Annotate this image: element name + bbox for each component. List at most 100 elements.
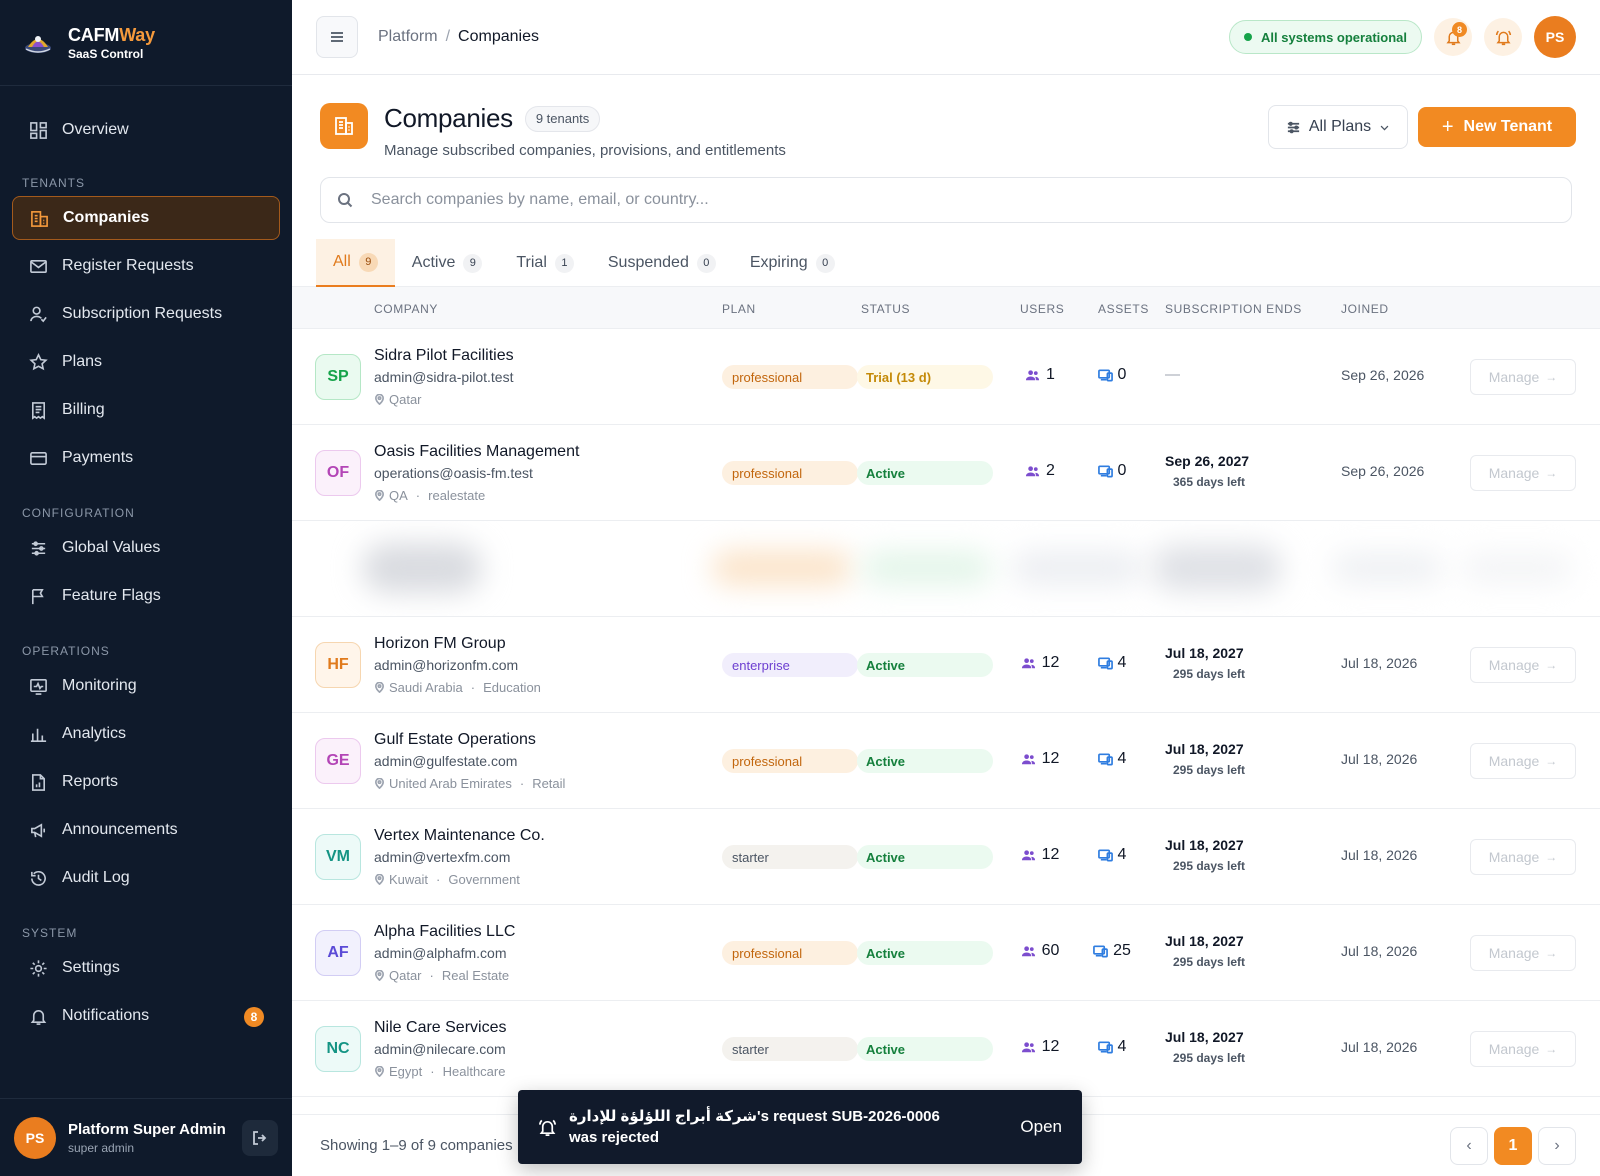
manage-button[interactable]: Manage →: [1470, 359, 1576, 395]
company-name[interactable]: Alpha Facilities LLC: [374, 923, 515, 941]
tab-suspended[interactable]: Suspended 0: [591, 239, 733, 287]
page-button-current[interactable]: 1: [1494, 1126, 1532, 1165]
tab-trial[interactable]: Trial 1: [499, 239, 591, 287]
logout-button[interactable]: [242, 1119, 278, 1156]
company-name[interactable]: Vertex Maintenance Co.: [374, 827, 545, 845]
company-sector: Healthcare: [442, 1064, 506, 1079]
manage-button[interactable]: Manage →: [1470, 647, 1576, 683]
sidebar-item-label: Announcements: [62, 821, 178, 838]
sidebar-item-label: Payments: [62, 449, 134, 466]
sidebar-item-subscription-requests[interactable]: Subscription Requests: [12, 292, 280, 336]
table-row[interactable]: NC Nile Care Services admin@nilecare.com…: [292, 1001, 1600, 1097]
new-tenant-button[interactable]: + New Tenant: [1418, 107, 1576, 147]
table-row[interactable]: SP Sidra Pilot Facilities admin@sidra-pi…: [292, 329, 1600, 425]
sidebar-item-label: Feature Flags: [62, 587, 161, 604]
company-country: Qatar: [389, 968, 422, 983]
subscription-days-left: 365 days left: [1173, 475, 1246, 489]
sidebar-item-billing[interactable]: Billing: [12, 388, 280, 432]
users-icon: [1025, 369, 1040, 380]
star-icon: [28, 352, 48, 372]
sidebar-item-audit-log[interactable]: Audit Log: [12, 856, 280, 900]
table-row[interactable]: VM Vertex Maintenance Co. admin@vertexfm…: [292, 809, 1600, 905]
manage-label: Manage: [1488, 369, 1540, 385]
menu-toggle-button[interactable]: [316, 16, 358, 58]
company-sector: realestate: [428, 488, 486, 503]
users-icon: [1025, 465, 1040, 476]
tab-all[interactable]: All 9: [316, 239, 395, 287]
sidebar-item-monitoring[interactable]: Monitoring: [12, 664, 280, 708]
table-header: COMPANY PLAN STATUS USERS ASSETS SUBSCRI…: [292, 287, 1600, 329]
search-input[interactable]: [371, 191, 1555, 209]
toast-open-button[interactable]: Open: [1020, 1117, 1062, 1137]
map-pin-icon: [375, 394, 384, 405]
loading-placeholder: [1462, 553, 1572, 583]
sidebar-item-label: Plans: [62, 353, 103, 370]
meta-separator: ·: [415, 488, 421, 503]
joined-date: Jul 18, 2026: [1341, 751, 1418, 767]
table-row[interactable]: GE Gulf Estate Operations admin@gulfesta…: [292, 713, 1600, 809]
brand[interactable]: CAFMWay SaaS Control: [0, 0, 292, 86]
next-page-button[interactable]: ›: [1538, 1126, 1576, 1165]
manage-button[interactable]: Manage →: [1470, 455, 1576, 491]
sidebar-item-announcements[interactable]: Announcements: [12, 808, 280, 852]
sidebar-item-settings[interactable]: Settings: [12, 946, 280, 990]
column-header-joined[interactable]: JOINED: [1341, 302, 1389, 316]
table-row[interactable]: AF Alpha Facilities LLC admin@alphafm.co…: [292, 905, 1600, 1001]
sidebar-item-notifications[interactable]: Notifications 8: [12, 994, 280, 1038]
column-header-assets[interactable]: ASSETS: [1098, 302, 1149, 316]
meta-separator: ·: [519, 776, 525, 791]
users-count: 12: [1010, 750, 1070, 768]
tab-label: Trial: [516, 254, 547, 271]
column-header-users[interactable]: USERS: [1020, 302, 1064, 316]
sidebar-item-payments[interactable]: Payments: [12, 436, 280, 480]
column-header-subscription-ends[interactable]: SUBSCRIPTION ENDS: [1165, 302, 1302, 316]
sidebar-item-label: Audit Log: [62, 869, 130, 886]
subscription-days-left: 295 days left: [1173, 955, 1246, 969]
subscription-ends: Jul 18, 2027 295 days left: [1165, 933, 1285, 969]
sidebar-item-reports[interactable]: Reports: [12, 760, 280, 804]
company-name[interactable]: Oasis Facilities Management: [374, 443, 579, 461]
sidebar-item-companies[interactable]: Companies: [12, 196, 280, 240]
tab-expiring[interactable]: Expiring 0: [733, 239, 852, 287]
manage-button[interactable]: Manage →: [1470, 1031, 1576, 1067]
user-avatar-button[interactable]: PS: [1534, 16, 1576, 58]
company-name[interactable]: Sidra Pilot Facilities: [374, 347, 514, 365]
alerts-button[interactable]: [1484, 18, 1522, 56]
table-row[interactable]: OF Oasis Facilities Management operation…: [292, 425, 1600, 521]
sidebar-item-register-requests[interactable]: Register Requests: [12, 244, 280, 288]
prev-page-button[interactable]: ‹: [1450, 1126, 1488, 1165]
loading-placeholder: [1012, 551, 1142, 585]
column-header-plan[interactable]: PLAN: [722, 302, 756, 316]
history-icon: [28, 868, 48, 888]
system-status-badge[interactable]: All systems operational: [1229, 20, 1422, 54]
assets-value: 4: [1117, 846, 1127, 863]
sidebar-item-feature-flags[interactable]: Feature Flags: [12, 574, 280, 618]
table-row[interactable]: HF Horizon FM Group admin@horizonfm.com …: [292, 617, 1600, 713]
sidebar-item-plans[interactable]: Plans: [12, 340, 280, 384]
manage-button[interactable]: Manage →: [1470, 839, 1576, 875]
company-monogram: NC: [315, 1026, 361, 1072]
breadcrumb-root[interactable]: Platform: [378, 28, 438, 46]
users-value: 1: [1046, 366, 1055, 383]
sidebar-user-panel: PS Platform Super Admin super admin: [0, 1098, 292, 1176]
company-name[interactable]: Gulf Estate Operations: [374, 731, 536, 749]
column-header-status[interactable]: STATUS: [861, 302, 910, 316]
meta-separator: ·: [430, 1064, 435, 1079]
manage-button[interactable]: Manage →: [1470, 743, 1576, 779]
column-header-company[interactable]: COMPANY: [374, 302, 438, 316]
meta-separator: ·: [470, 680, 476, 695]
plans-filter-dropdown[interactable]: All Plans: [1268, 105, 1408, 149]
notifications-button[interactable]: 8: [1434, 18, 1472, 56]
tab-active[interactable]: Active 9: [395, 239, 500, 287]
sidebar-item-analytics[interactable]: Analytics: [12, 712, 280, 756]
bell-ring-icon: [539, 1119, 556, 1136]
plan-badge: professional: [722, 365, 858, 389]
manage-button[interactable]: Manage →: [1470, 935, 1576, 971]
company-name[interactable]: Horizon FM Group: [374, 635, 506, 653]
subscription-days-left: 295 days left: [1173, 763, 1246, 777]
avatar[interactable]: PS: [14, 1116, 56, 1159]
status-badge: Active: [857, 941, 993, 965]
company-name[interactable]: Nile Care Services: [374, 1019, 506, 1037]
sidebar-item-overview[interactable]: Overview: [12, 108, 280, 152]
sidebar-item-global-values[interactable]: Global Values: [12, 526, 280, 570]
